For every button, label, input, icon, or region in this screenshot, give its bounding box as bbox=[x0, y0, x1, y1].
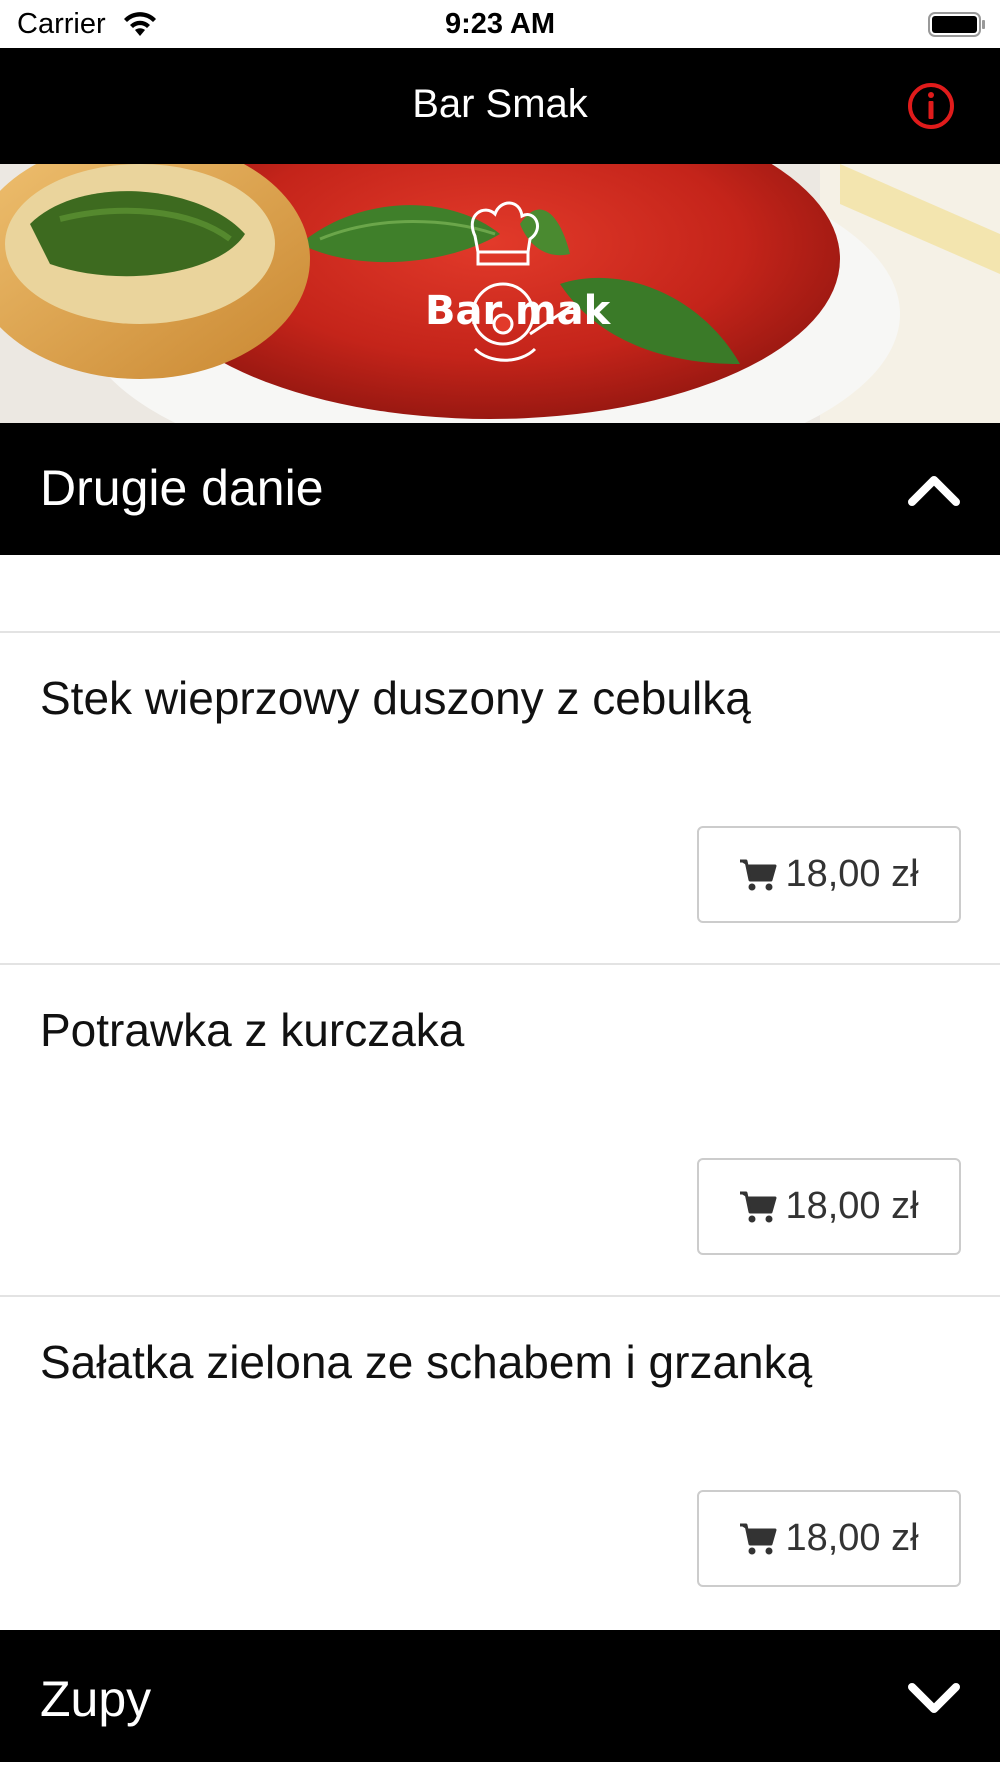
section-header-drugie-danie[interactable]: Drugie danie bbox=[0, 423, 1000, 555]
section-title: Drugie danie bbox=[40, 460, 324, 516]
list-item: Sałatka zielona ze schabem i grzanką 18,… bbox=[0, 1297, 1000, 1627]
item-price: 18,00 zł bbox=[785, 1185, 919, 1227]
cart-icon bbox=[740, 1523, 777, 1554]
list-item: Stek wieprzowy duszony z cebulką 18,00 z… bbox=[0, 633, 1000, 963]
cart-icon bbox=[740, 859, 777, 890]
clock: 9:23 AM bbox=[444, 8, 556, 40]
item-price: 18,00 zł bbox=[785, 1517, 919, 1559]
list-item: Potrawka z kurczaka 18,00 zł bbox=[0, 965, 1000, 1295]
list-footer bbox=[0, 1762, 1000, 1778]
add-to-cart-button[interactable]: 18,00 zł bbox=[697, 826, 961, 923]
add-to-cart-button[interactable]: 18,00 zł bbox=[697, 1490, 961, 1587]
item-name: Stek wieprzowy duszony z cebulką bbox=[40, 672, 751, 724]
item-name: Potrawka z kurczaka bbox=[40, 1004, 465, 1056]
hero-banner: Bar mak bbox=[0, 164, 1000, 423]
chevron-down-icon bbox=[908, 1683, 960, 1713]
chevron-up-icon bbox=[908, 476, 960, 506]
info-icon[interactable] bbox=[906, 81, 956, 131]
status-bar: Carrier 9:23 AM bbox=[0, 0, 1000, 48]
item-price: 18,00 zł bbox=[785, 853, 919, 895]
battery-icon bbox=[928, 12, 985, 37]
section-header-zupy[interactable]: Zupy bbox=[0, 1630, 1000, 1762]
add-to-cart-button[interactable]: 18,00 zł bbox=[697, 1158, 961, 1255]
section-title: Zupy bbox=[40, 1671, 152, 1727]
navigation-bar: Bar Smak bbox=[0, 48, 1000, 164]
svg-text:Bar: Bar bbox=[425, 288, 502, 334]
svg-text:mak: mak bbox=[515, 288, 612, 334]
item-name: Sałatka zielona ze schabem i grzanką bbox=[40, 1336, 813, 1388]
hero-image: Bar mak bbox=[0, 164, 1000, 423]
cart-icon bbox=[740, 1191, 777, 1222]
nav-title: Bar Smak bbox=[412, 82, 588, 126]
